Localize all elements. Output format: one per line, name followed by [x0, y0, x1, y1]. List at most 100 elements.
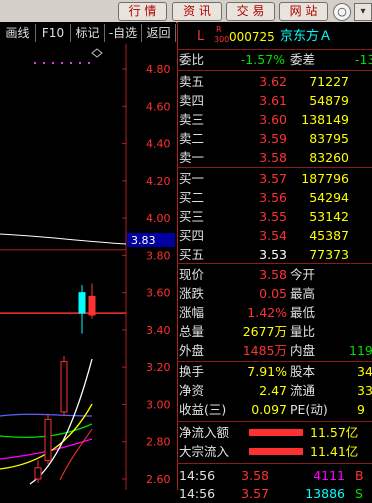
asks-price: 3.61 [259, 93, 287, 108]
bids-volume: 77373 [309, 247, 349, 262]
stock-header[interactable]: L R 300 000725 京东方Ａ [177, 25, 372, 48]
y-tick-label: 2.60 [146, 473, 171, 486]
mark-button[interactable]: 标记 [71, 24, 105, 42]
divider [177, 263, 372, 264]
bids-level-label: 买三 [179, 209, 205, 224]
f10-button[interactable]: F10 [36, 24, 71, 42]
tick-row[interactable]: 14:56 3.57 13886 S [177, 485, 372, 503]
y-tick-label: 3.20 [146, 361, 171, 374]
tick-row[interactable]: 14:56 3.58 4111 B [177, 467, 372, 485]
pct-value: 1.42% [247, 305, 287, 320]
asks-volume: 71227 [309, 74, 349, 89]
asks-price: 3.58 [259, 150, 287, 165]
pe-value: 9 [357, 402, 365, 417]
pe-label: PE(动) [290, 402, 328, 417]
stock-name: 京东方Ａ [280, 29, 333, 44]
asks-volume: 83795 [309, 131, 349, 146]
stats-row-change: 涨跌 0.05 最高 [177, 285, 372, 303]
y-tick-label: 3.40 [146, 324, 171, 337]
commission-ratio-value: -1.57% [240, 52, 285, 67]
tick-side: B [355, 468, 364, 483]
bids-price: 3.54 [259, 228, 287, 243]
bids-row[interactable]: 买五 3.53 77373 [177, 246, 372, 264]
bids-row[interactable]: 买一 3.57 187796 [177, 170, 372, 188]
float-label: 流通 [290, 383, 316, 398]
asks-price: 3.60 [259, 112, 287, 127]
bids-row[interactable]: 买三 3.55 53142 [177, 208, 372, 226]
equity-label: 股本 [290, 364, 316, 379]
menu-icon[interactable]: ▾ [354, 3, 372, 21]
flow-label: 净流入额 [179, 425, 230, 440]
indicator-dot [78, 61, 82, 65]
volume-ratio-label: 量比 [290, 324, 316, 339]
y-tick-label: 4.60 [146, 100, 171, 113]
flow-bar [249, 429, 303, 436]
indicator-dot [42, 61, 46, 65]
y-tick-label: 4.80 [146, 63, 171, 76]
y-tick-label: 4.40 [146, 138, 171, 151]
bids-row[interactable]: 买四 3.54 45387 [177, 227, 372, 245]
candle-body [34, 467, 42, 480]
indicator-dot [69, 61, 73, 65]
back-button[interactable]: 返回 [142, 24, 176, 42]
indicator-dot [51, 61, 55, 65]
candle-body [44, 418, 52, 461]
website-button[interactable]: 网 站 [279, 2, 328, 21]
remove-watchlist-button[interactable]: -自选 [105, 24, 142, 42]
asks-row[interactable]: 卖三 3.60 138149 [177, 111, 372, 129]
asks-row[interactable]: 卖五 3.62 71227 [177, 73, 372, 91]
asks-level-label: 卖三 [179, 112, 205, 127]
outer-value: 1485万 [242, 343, 287, 358]
circle-icon[interactable]: ○ [333, 3, 351, 21]
divider [177, 421, 372, 422]
candle-body [78, 292, 86, 314]
bids-row[interactable]: 买二 3.56 54294 [177, 189, 372, 207]
bids-price: 3.56 [259, 190, 287, 205]
high-label: 最高 [290, 286, 316, 301]
asks-row[interactable]: 卖一 3.58 83260 [177, 149, 372, 167]
stats-row-pct: 涨幅 1.42% 最低 [177, 304, 372, 322]
draw-line-button[interactable]: 画线 [0, 24, 36, 42]
indicator-dot [33, 61, 37, 65]
commission-ratio-label: 委比 [179, 52, 205, 67]
asks-price: 3.59 [259, 131, 287, 146]
turnover-label: 换手 [179, 364, 205, 379]
news-button[interactable]: 资 讯 [172, 2, 222, 21]
flow-label: 大宗流入 [179, 444, 230, 459]
asks-level-label: 卖一 [179, 150, 205, 165]
net-assets-label: 净资 [179, 383, 205, 398]
bids-volume: 45387 [309, 228, 349, 243]
outer-label: 外盘 [179, 343, 205, 358]
asks-row[interactable]: 卖四 3.61 54879 [177, 92, 372, 110]
candlestick-chart[interactable]: 4.80 4.60 4.40 4.20 4.00 3.80 3.60 3.40 3.20 3.00… [0, 44, 176, 490]
low-label: 最低 [290, 305, 316, 320]
bids-volume: 53142 [309, 209, 349, 224]
divider [177, 70, 372, 71]
indicator-dot [60, 61, 64, 65]
eps-value: 0.097 [251, 402, 287, 417]
asks-volume: 138149 [301, 112, 349, 127]
y-tick-label: 3.60 [146, 287, 171, 300]
net-assets-value: 2.47 [259, 383, 287, 398]
bids-volume: 187796 [301, 171, 349, 186]
tick-side: S [355, 486, 363, 501]
commission-diff-label: 委差 [290, 52, 316, 67]
margin-flag: L [197, 29, 205, 44]
divider [177, 49, 372, 50]
bids-level-label: 买一 [179, 171, 205, 186]
price-tag-text: 3.83 [131, 234, 156, 247]
inner-label: 内盘 [290, 343, 316, 358]
quotes-button[interactable]: 行 情 [118, 2, 167, 21]
asks-row[interactable]: 卖二 3.59 83795 [177, 130, 372, 148]
asks-level-label: 卖二 [179, 131, 205, 146]
asks-level-label: 卖五 [179, 74, 205, 89]
stock-code: 000725 [229, 30, 275, 44]
trade-button[interactable]: 交 易 [226, 2, 275, 21]
top-toolbar: 行 情 资 讯 交 易 网 站 ○ ▾ [0, 0, 372, 23]
price-label: 现价 [179, 267, 205, 282]
y-tick-label: 4.20 [146, 175, 171, 188]
chart-toolbar: 画线 F10 标记 -自选 返回 [0, 22, 176, 45]
divider [177, 361, 372, 362]
tick-time: 14:56 [179, 468, 216, 483]
flow-row: 大宗流入 11.41亿 [177, 443, 372, 461]
